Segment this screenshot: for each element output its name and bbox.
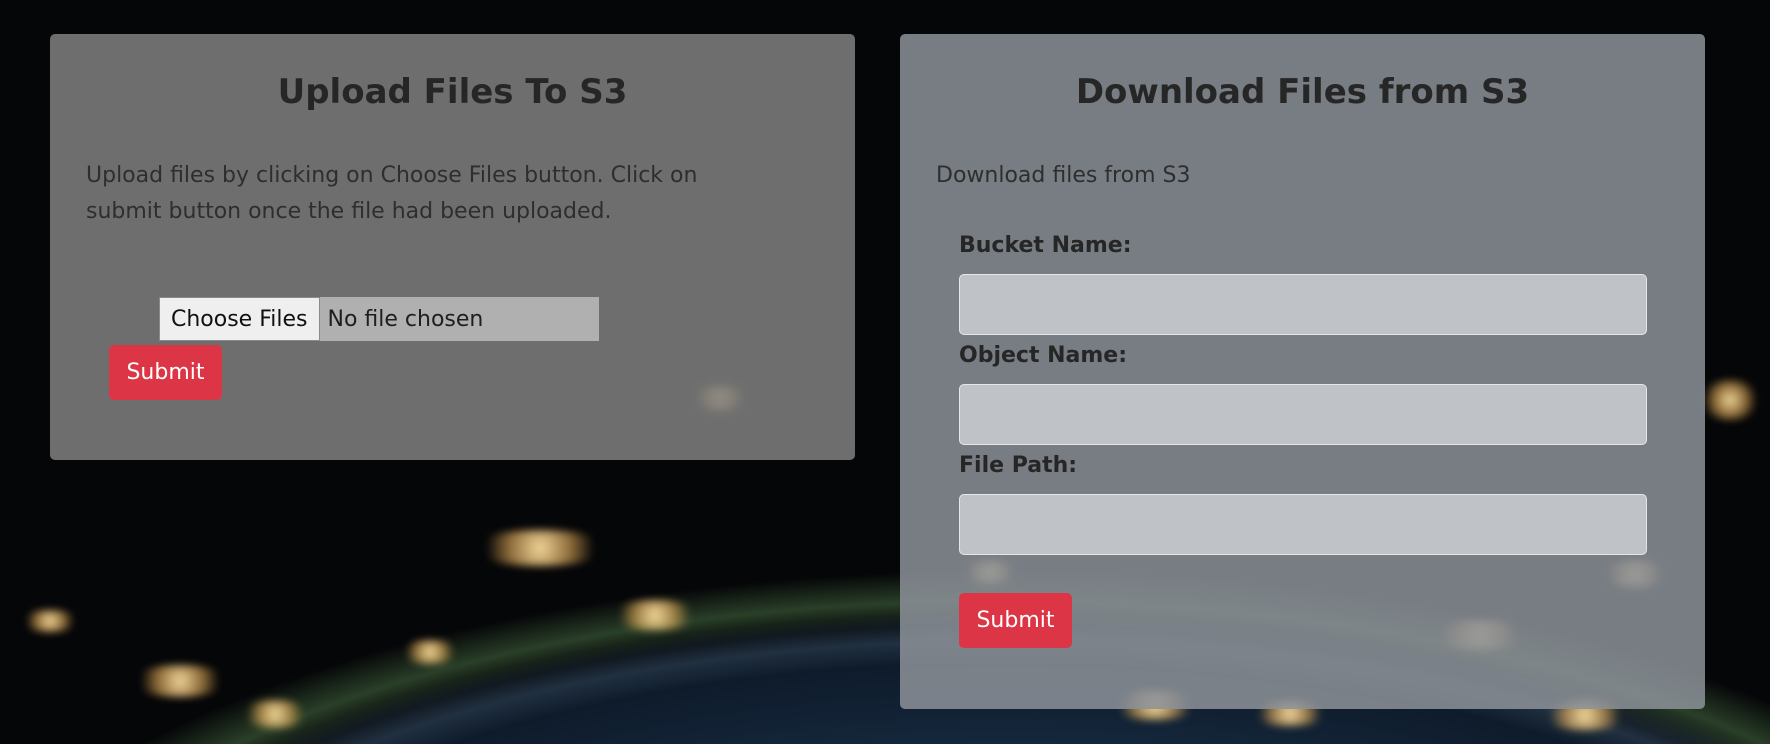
upload-submit-button[interactable]: Submit xyxy=(109,345,222,400)
file-input[interactable]: Choose Files No file chosen xyxy=(159,297,599,341)
upload-description: Upload files by clicking on Choose Files… xyxy=(86,163,698,224)
object-name-input[interactable] xyxy=(959,384,1647,445)
bucket-name-input[interactable] xyxy=(959,274,1647,335)
download-submit-button[interactable]: Submit xyxy=(959,593,1072,648)
object-name-label: Object Name: xyxy=(959,343,1128,368)
choose-files-button[interactable]: Choose Files xyxy=(159,297,320,341)
file-path-input[interactable] xyxy=(959,494,1647,555)
download-title: Download Files from S3 xyxy=(1075,72,1530,112)
bucket-name-label: Bucket Name: xyxy=(959,233,1132,258)
upload-title: Upload Files To S3 xyxy=(277,72,628,112)
upload-card: Upload Files To S3 Upload files by click… xyxy=(50,34,855,460)
download-description: Download files from S3 xyxy=(936,163,1191,188)
file-path-label: File Path: xyxy=(959,453,1078,478)
download-card: Download Files from S3 Download files fr… xyxy=(900,34,1705,709)
file-status-text: No file chosen xyxy=(327,306,484,332)
